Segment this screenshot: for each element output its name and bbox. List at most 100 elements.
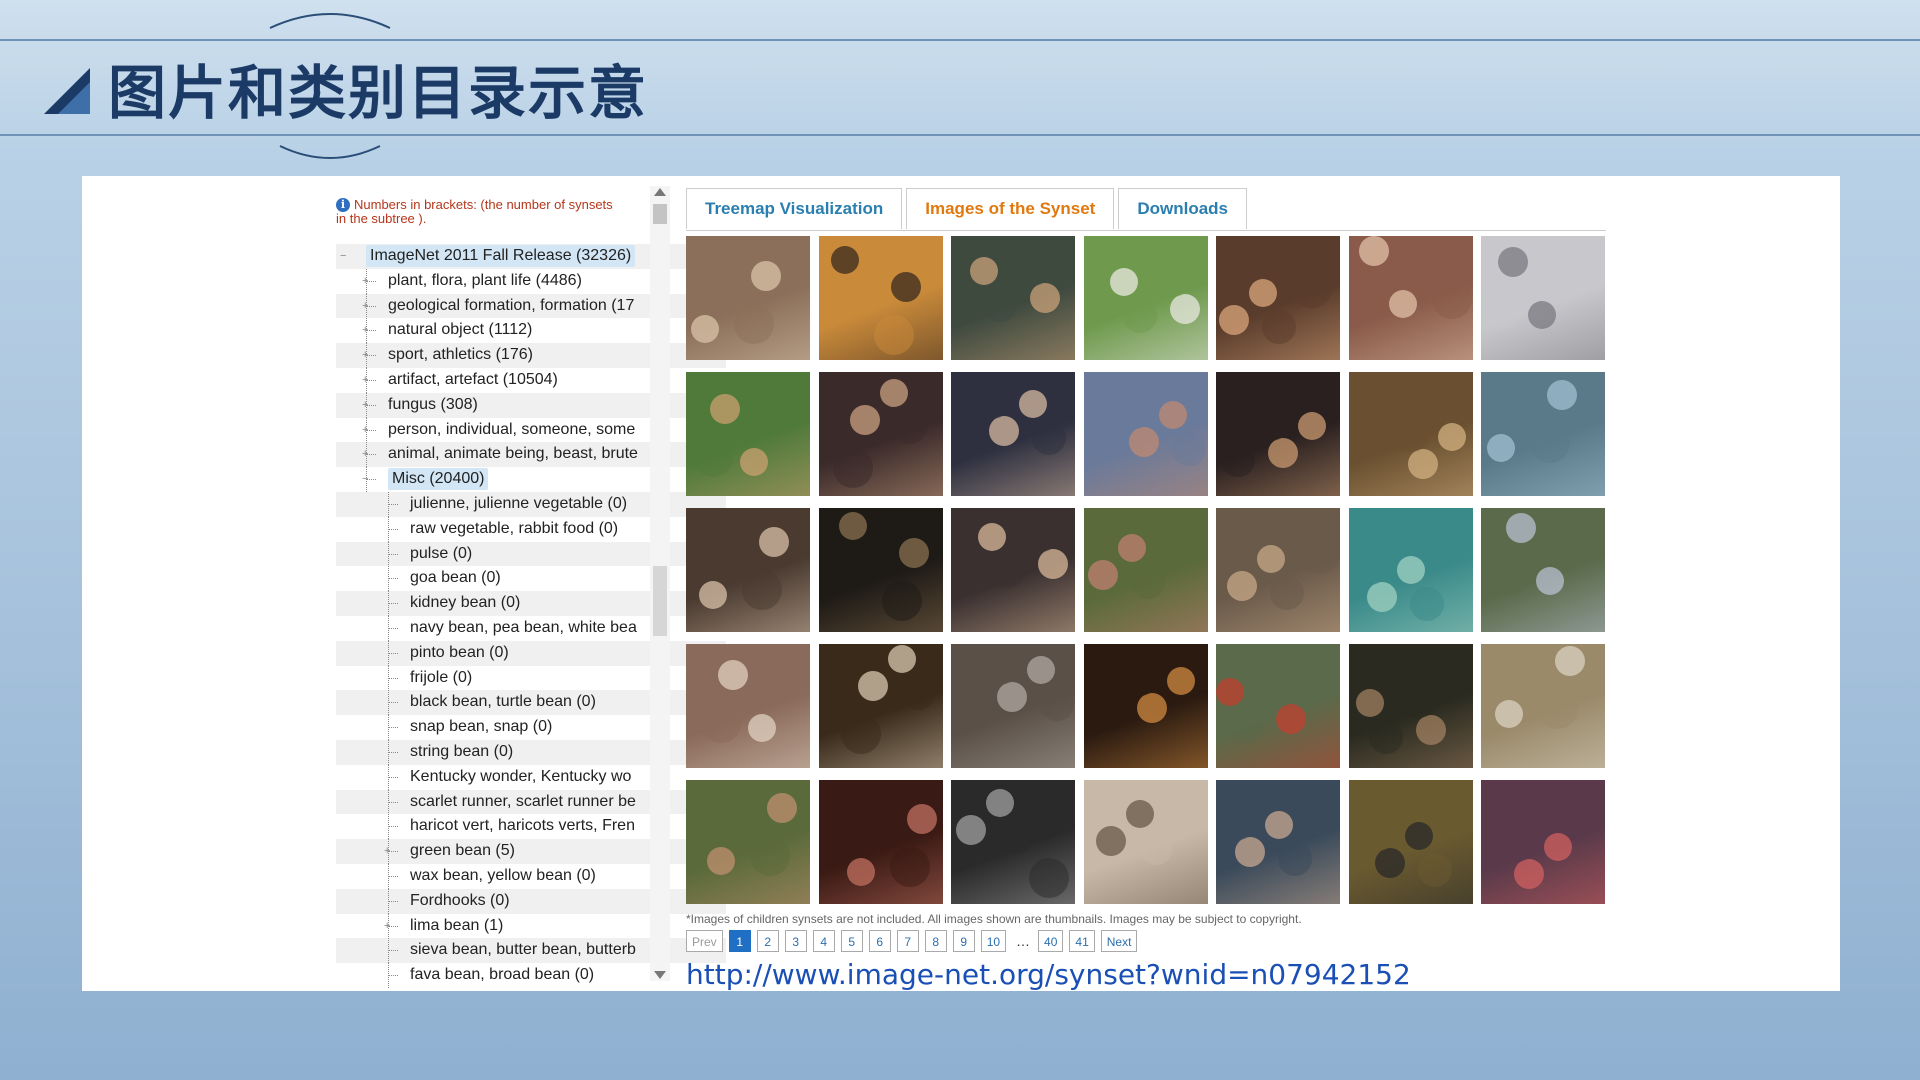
expand-icon[interactable]: + — [362, 349, 368, 361]
synset-url[interactable]: http://www.image-net.org/synset?wnid=n07… — [686, 958, 1411, 991]
tree-scrollbar[interactable] — [650, 186, 670, 981]
thumbnail-shape — [1417, 853, 1452, 887]
page-link[interactable]: 2 — [756, 930, 779, 952]
tab-images-of-synset[interactable]: Images of the Synset — [906, 188, 1115, 229]
image-thumbnail[interactable] — [1083, 780, 1208, 904]
image-thumbnail[interactable] — [686, 372, 810, 496]
image-thumbnail[interactable] — [1083, 372, 1208, 496]
image-thumbnail[interactable] — [1481, 236, 1605, 360]
page-ellipsis: … — [1016, 933, 1031, 949]
image-thumbnail[interactable] — [951, 508, 1075, 632]
scroll-up-arrow-icon[interactable] — [654, 188, 666, 196]
collapse-icon[interactable]: − — [362, 473, 368, 485]
thumbnail-shape — [832, 448, 873, 488]
image-thumbnail[interactable] — [1481, 780, 1605, 904]
thumbnail-shape — [1437, 423, 1466, 451]
tree-guide-line — [388, 677, 398, 679]
image-thumbnail[interactable] — [951, 372, 1075, 496]
thumbnail-shape — [1038, 549, 1068, 579]
info-icon: i — [336, 198, 350, 212]
image-thumbnail[interactable] — [951, 644, 1075, 768]
image-thumbnail[interactable] — [818, 508, 943, 632]
image-thumbnail[interactable] — [818, 236, 943, 360]
thumbnail-shape — [1388, 290, 1417, 318]
image-thumbnail[interactable] — [1216, 236, 1340, 360]
tab-downloads[interactable]: Downloads — [1118, 188, 1247, 229]
image-thumbnail[interactable] — [1216, 780, 1340, 904]
tree-item-label: sport, athletics (176) — [388, 346, 533, 364]
thumbnail-shape — [889, 847, 930, 887]
image-thumbnail[interactable] — [818, 372, 943, 496]
image-thumbnail[interactable] — [951, 780, 1075, 904]
next-page-button[interactable]: Next — [1100, 930, 1138, 952]
expand-icon[interactable]: + — [362, 324, 368, 336]
image-thumbnail[interactable] — [818, 780, 943, 904]
tree-item-label: Fordhooks (0) — [410, 891, 510, 909]
image-thumbnail[interactable] — [1348, 644, 1473, 768]
expand-icon[interactable]: + — [384, 920, 390, 932]
thumbnail-shape — [1027, 656, 1055, 684]
expand-icon[interactable]: + — [362, 448, 368, 460]
synset-tabs: Treemap Visualization Images of the Syns… — [686, 188, 1606, 231]
tree-item-label: Misc (20400) — [388, 468, 489, 491]
thumbnail-shape — [1404, 822, 1433, 850]
scroll-thumb[interactable] — [653, 204, 667, 224]
expand-icon[interactable]: + — [362, 275, 368, 287]
expand-icon[interactable]: + — [362, 399, 368, 411]
image-thumbnail[interactable] — [686, 780, 810, 904]
thumbnail-shape — [1278, 842, 1312, 876]
image-thumbnail[interactable] — [1481, 508, 1605, 632]
thumbnail-shape — [997, 682, 1027, 712]
thumbnail-shape — [1368, 720, 1403, 754]
page-link[interactable]: 40 — [1038, 930, 1064, 952]
image-thumbnail[interactable] — [1481, 372, 1605, 496]
image-thumbnail[interactable] — [1216, 644, 1340, 768]
scroll-down-arrow-icon[interactable] — [654, 971, 666, 979]
thumbnail-shape — [1111, 390, 1152, 430]
page-link[interactable]: 3 — [784, 930, 807, 952]
image-thumbnail[interactable] — [1083, 644, 1208, 768]
page-links: 1 2 3 4 5 6 7 8 9 10 — [728, 930, 1012, 952]
thumbnail-shape — [840, 714, 881, 754]
image-thumbnail[interactable] — [951, 236, 1075, 360]
image-thumbnail[interactable] — [1348, 236, 1473, 360]
page-link[interactable]: 6 — [868, 930, 891, 952]
expand-icon[interactable]: + — [362, 374, 368, 386]
thumbnail-shape — [1544, 833, 1572, 861]
prev-page-button[interactable]: Prev — [686, 930, 723, 952]
expand-icon[interactable]: + — [362, 300, 368, 312]
page-link[interactable]: 7 — [896, 930, 919, 952]
image-thumbnail[interactable] — [1481, 644, 1605, 768]
image-thumbnail[interactable] — [1348, 508, 1473, 632]
image-thumbnail[interactable] — [1348, 372, 1473, 496]
collapse-icon[interactable]: − — [340, 250, 346, 262]
page-link[interactable]: 1 — [728, 930, 751, 952]
thumbnail-shape — [1019, 390, 1047, 418]
thumbnail-shape — [956, 815, 986, 845]
page-link[interactable]: 8 — [924, 930, 947, 952]
expand-icon[interactable]: + — [362, 424, 368, 436]
page-link[interactable]: 41 — [1069, 930, 1095, 952]
thumbnail-shape — [704, 266, 738, 300]
image-thumbnail[interactable] — [686, 508, 810, 632]
image-thumbnail[interactable] — [686, 236, 810, 360]
image-thumbnail[interactable] — [818, 644, 943, 768]
page-link[interactable]: 5 — [840, 930, 863, 952]
image-thumbnail[interactable] — [686, 644, 810, 768]
image-thumbnail[interactable] — [1216, 508, 1340, 632]
page-link[interactable]: 9 — [952, 930, 975, 952]
image-thumbnail[interactable] — [1348, 780, 1473, 904]
thumbnail-shape — [1398, 678, 1439, 718]
image-thumbnail[interactable] — [1083, 236, 1208, 360]
image-thumbnail[interactable] — [1216, 372, 1340, 496]
page-link[interactable]: 10 — [980, 930, 1007, 952]
expand-icon[interactable]: + — [384, 845, 390, 857]
tree-item-label: scarlet runner, scarlet runner be — [410, 792, 636, 810]
thumbnail-shape — [1514, 859, 1544, 889]
image-thumbnail[interactable] — [1083, 508, 1208, 632]
tab-treemap-visualization[interactable]: Treemap Visualization — [686, 188, 903, 229]
thumbnail-shape — [1506, 513, 1536, 543]
thumbnail-shape — [1489, 556, 1529, 596]
thumbnail-shape — [1251, 401, 1291, 441]
page-link[interactable]: 4 — [812, 930, 835, 952]
